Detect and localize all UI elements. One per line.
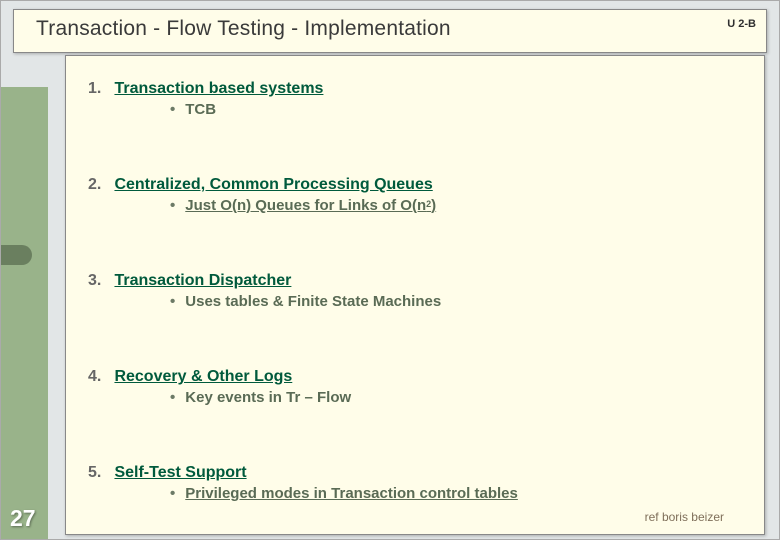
slide-title: Transaction - Flow Testing - Implementat… <box>36 17 451 41</box>
bullet-icon: • <box>170 101 175 118</box>
item-sub: • Key events in Tr – Flow <box>170 389 764 406</box>
title-bar: Transaction - Flow Testing - Implementat… <box>13 9 767 53</box>
item-sub: • Uses tables & Finite State Machines <box>170 293 764 310</box>
list-item: 1. Transaction based systems • TCB <box>88 80 764 118</box>
item-sub-prefix: Just O(n) Queues for Links of O(n <box>185 197 426 214</box>
bullet-icon: • <box>170 389 175 406</box>
list-item: 5. Self-Test Support • Privileged modes i… <box>88 464 764 502</box>
bullet-icon: • <box>170 485 175 502</box>
item-sub-suffix: ) <box>431 197 436 214</box>
item-title: Centralized, Common Processing Queues <box>114 176 432 193</box>
bullet-icon: • <box>170 197 175 214</box>
item-sub: •Just O(n) Queues for Links of O(n2) <box>170 197 764 214</box>
item-sub: • Privileged modes in Transaction control… <box>170 485 764 502</box>
item-number: 5. <box>88 464 110 482</box>
reference-text: ref boris beizer <box>645 510 724 524</box>
item-sub-text: Privileged modes in Transaction control … <box>185 485 518 502</box>
item-sub-text: TCB <box>185 101 216 118</box>
item-sub-text: Uses tables & Finite State Machines <box>185 293 441 310</box>
list-item: 4. Recovery & Other Logs • Key events in … <box>88 368 764 406</box>
item-number: 4. <box>88 368 110 386</box>
page-number: 27 <box>10 505 36 532</box>
item-number: 3. <box>88 272 110 290</box>
item-sub: • TCB <box>170 101 764 118</box>
left-accent-block: 27 <box>1 87 48 540</box>
list-item: 2. Centralized, Common Processing Queues… <box>88 176 764 214</box>
accent-bump <box>1 245 32 265</box>
bullet-icon: • <box>170 293 175 310</box>
item-title: Transaction Dispatcher <box>114 272 291 289</box>
item-title: Transaction based systems <box>114 80 323 97</box>
item-number: 1. <box>88 80 110 98</box>
item-sub-text: Key events in Tr – Flow <box>185 389 351 406</box>
slide-code: U 2-B <box>727 18 756 30</box>
slide: 27 Transaction - Flow Testing - Implemen… <box>0 0 780 540</box>
list-item: 3. Transaction Dispatcher • Uses tables &… <box>88 272 764 310</box>
item-title: Recovery & Other Logs <box>114 368 292 385</box>
item-number: 2. <box>88 176 110 194</box>
content-panel: 1. Transaction based systems • TCB 2. Cen… <box>65 55 765 535</box>
item-title: Self-Test Support <box>114 464 246 481</box>
